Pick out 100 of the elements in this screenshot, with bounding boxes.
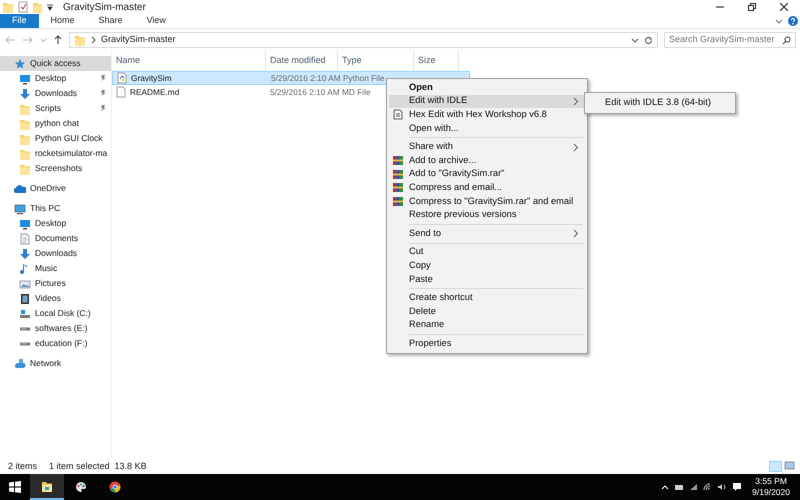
- cloud-icon: [14, 182, 26, 194]
- chevron-right-icon: [91, 36, 96, 44]
- battery-icon[interactable]: [674, 484, 684, 490]
- archive-books-icon: [393, 196, 403, 207]
- sidebar-item[interactable]: Network: [0, 356, 111, 371]
- file-icon: [116, 86, 126, 98]
- chevron-up-icon[interactable]: [661, 484, 670, 490]
- sidebar-item[interactable]: This PC: [0, 201, 111, 216]
- notification-icon[interactable]: [732, 482, 742, 492]
- selection-info: 1 item selected 13.8 KB: [49, 460, 147, 473]
- menu-item[interactable]: Copy: [389, 259, 585, 273]
- download-arrow-icon: [19, 248, 31, 260]
- palette-icon: [75, 481, 87, 493]
- menu-item[interactable]: Create shortcut: [389, 291, 585, 305]
- item-count: 2 items: [8, 460, 38, 473]
- sidebar-item[interactable]: rocketsimulator-ma: [0, 146, 111, 161]
- sidebar-item[interactable]: Videos: [0, 291, 111, 306]
- archive-books-icon: [393, 168, 403, 180]
- ribbon-tab[interactable]: Home: [38, 14, 87, 28]
- menu-item[interactable]: Send to: [389, 226, 585, 241]
- search-icon: [782, 36, 791, 44]
- drive-icon: [19, 308, 31, 320]
- close-icon[interactable]: [780, 3, 788, 11]
- windows-logo-icon[interactable]: [9, 481, 21, 493]
- sidebar-item[interactable]: Documents: [0, 231, 111, 246]
- menu-item[interactable]: Delete: [389, 304, 585, 318]
- menu-item[interactable]: Paste: [389, 272, 585, 286]
- desktop-icon: [19, 72, 31, 84]
- file-name: GravitySim: [113, 72, 267, 84]
- search-field[interactable]: Search GravitySim-master: [664, 32, 796, 48]
- folder-icon: [19, 148, 31, 160]
- clock[interactable]: 3:55 PM 9/19/2020: [742, 474, 800, 500]
- computer-icon: [14, 202, 26, 214]
- sidebar-item[interactable]: Scripts: [0, 101, 111, 116]
- properties-icon[interactable]: [18, 1, 28, 13]
- sidebar-item[interactable]: Quick access: [0, 56, 111, 71]
- menu-item[interactable]: Add to "GravitySim.rar": [389, 168, 585, 182]
- taskbar-app[interactable]: [30, 474, 64, 500]
- sidebar-item[interactable]: education (F:): [0, 336, 111, 351]
- sidebar-item[interactable]: Desktop: [0, 216, 111, 231]
- file-name: README.md: [112, 86, 266, 98]
- menu-item[interactable]: Compress and email...: [389, 181, 585, 195]
- sidebar-item[interactable]: Desktop: [0, 71, 111, 86]
- sidebar-item[interactable]: Downloads: [0, 86, 111, 101]
- folder-icon: [19, 102, 31, 114]
- network-icon[interactable]: [689, 483, 698, 491]
- sidebar-item[interactable]: Python GUI Clock: [0, 131, 111, 146]
- refresh-icon[interactable]: [644, 36, 653, 44]
- folder-icon: [19, 132, 31, 144]
- folder-icon: [74, 34, 86, 46]
- folder-icon: [19, 118, 31, 130]
- help-icon[interactable]: [788, 16, 798, 26]
- minimize-icon[interactable]: [716, 6, 724, 8]
- menu-item[interactable]: Open with...: [389, 122, 585, 136]
- restore-icon[interactable]: [748, 3, 756, 11]
- date-cell-text: 5/29/2016 2:10 AM: [270, 72, 339, 84]
- star-icon: [14, 58, 26, 70]
- expand-ribbon-icon[interactable]: [774, 17, 782, 25]
- document-icon: [393, 109, 403, 120]
- archive-books-icon: [393, 182, 403, 194]
- menu-item[interactable]: Cut: [389, 246, 585, 260]
- sidebar-item[interactable]: Screenshots: [0, 161, 111, 176]
- up-arrow-icon[interactable]: [53, 35, 63, 45]
- sidebar-item[interactable]: OneDrive: [0, 181, 111, 196]
- browser-icon: [109, 481, 121, 493]
- sidebar-item[interactable]: Pictures: [0, 276, 111, 291]
- python-file-icon: [117, 72, 127, 84]
- menu-item[interactable]: Add to archive...: [389, 154, 585, 168]
- folder-icon: [2, 1, 14, 13]
- ribbon-tab[interactable]: View: [134, 14, 178, 28]
- ribbon-tab[interactable]: File: [0, 14, 39, 28]
- drive-icon: [19, 326, 31, 330]
- menu-item[interactable]: Hex Edit with Hex Workshop v6.8: [389, 108, 585, 122]
- sidebar-item[interactable]: softwares (E:): [0, 321, 111, 336]
- menu-item[interactable]: Properties: [389, 337, 585, 351]
- menu-item[interactable]: Restore previous versions: [389, 208, 585, 222]
- menu-item[interactable]: Rename: [389, 318, 585, 332]
- download-arrow-icon: [19, 88, 31, 100]
- dropdown-icon[interactable]: [631, 36, 639, 44]
- sidebar-item[interactable]: Downloads: [0, 246, 111, 261]
- window-title: GravitySim-master: [63, 0, 146, 14]
- network-icon: [14, 358, 26, 370]
- sidebar-item[interactable]: Local Disk (C:): [0, 306, 111, 321]
- large-icons-view-icon[interactable]: [784, 461, 795, 470]
- menu-item[interactable]: Share with: [389, 140, 585, 154]
- menu-item[interactable]: Compress to "GravitySim.rar" and email: [389, 194, 585, 208]
- address-bar[interactable]: GravitySim-master: [69, 32, 658, 48]
- sidebar-item[interactable]: python chat: [0, 116, 111, 131]
- date-cell-text: 5/29/2016 2:10 AM: [269, 86, 338, 98]
- menu-item[interactable]: Edit with IDLE 3.8 (64-bit): [587, 95, 733, 111]
- volume-icon[interactable]: [717, 483, 728, 491]
- drive-icon: [19, 342, 31, 346]
- folder-icon: [19, 162, 31, 174]
- menu-item[interactable]: Edit with IDLE: [389, 94, 585, 108]
- ribbon-tab[interactable]: Share: [86, 14, 135, 28]
- path-text: GravitySim-master: [101, 33, 176, 46]
- wifi-icon[interactable]: [703, 483, 712, 491]
- type-cell-text: Python File: [342, 72, 385, 84]
- sidebar-item[interactable]: Music: [0, 261, 111, 276]
- document-icon: [19, 232, 31, 244]
